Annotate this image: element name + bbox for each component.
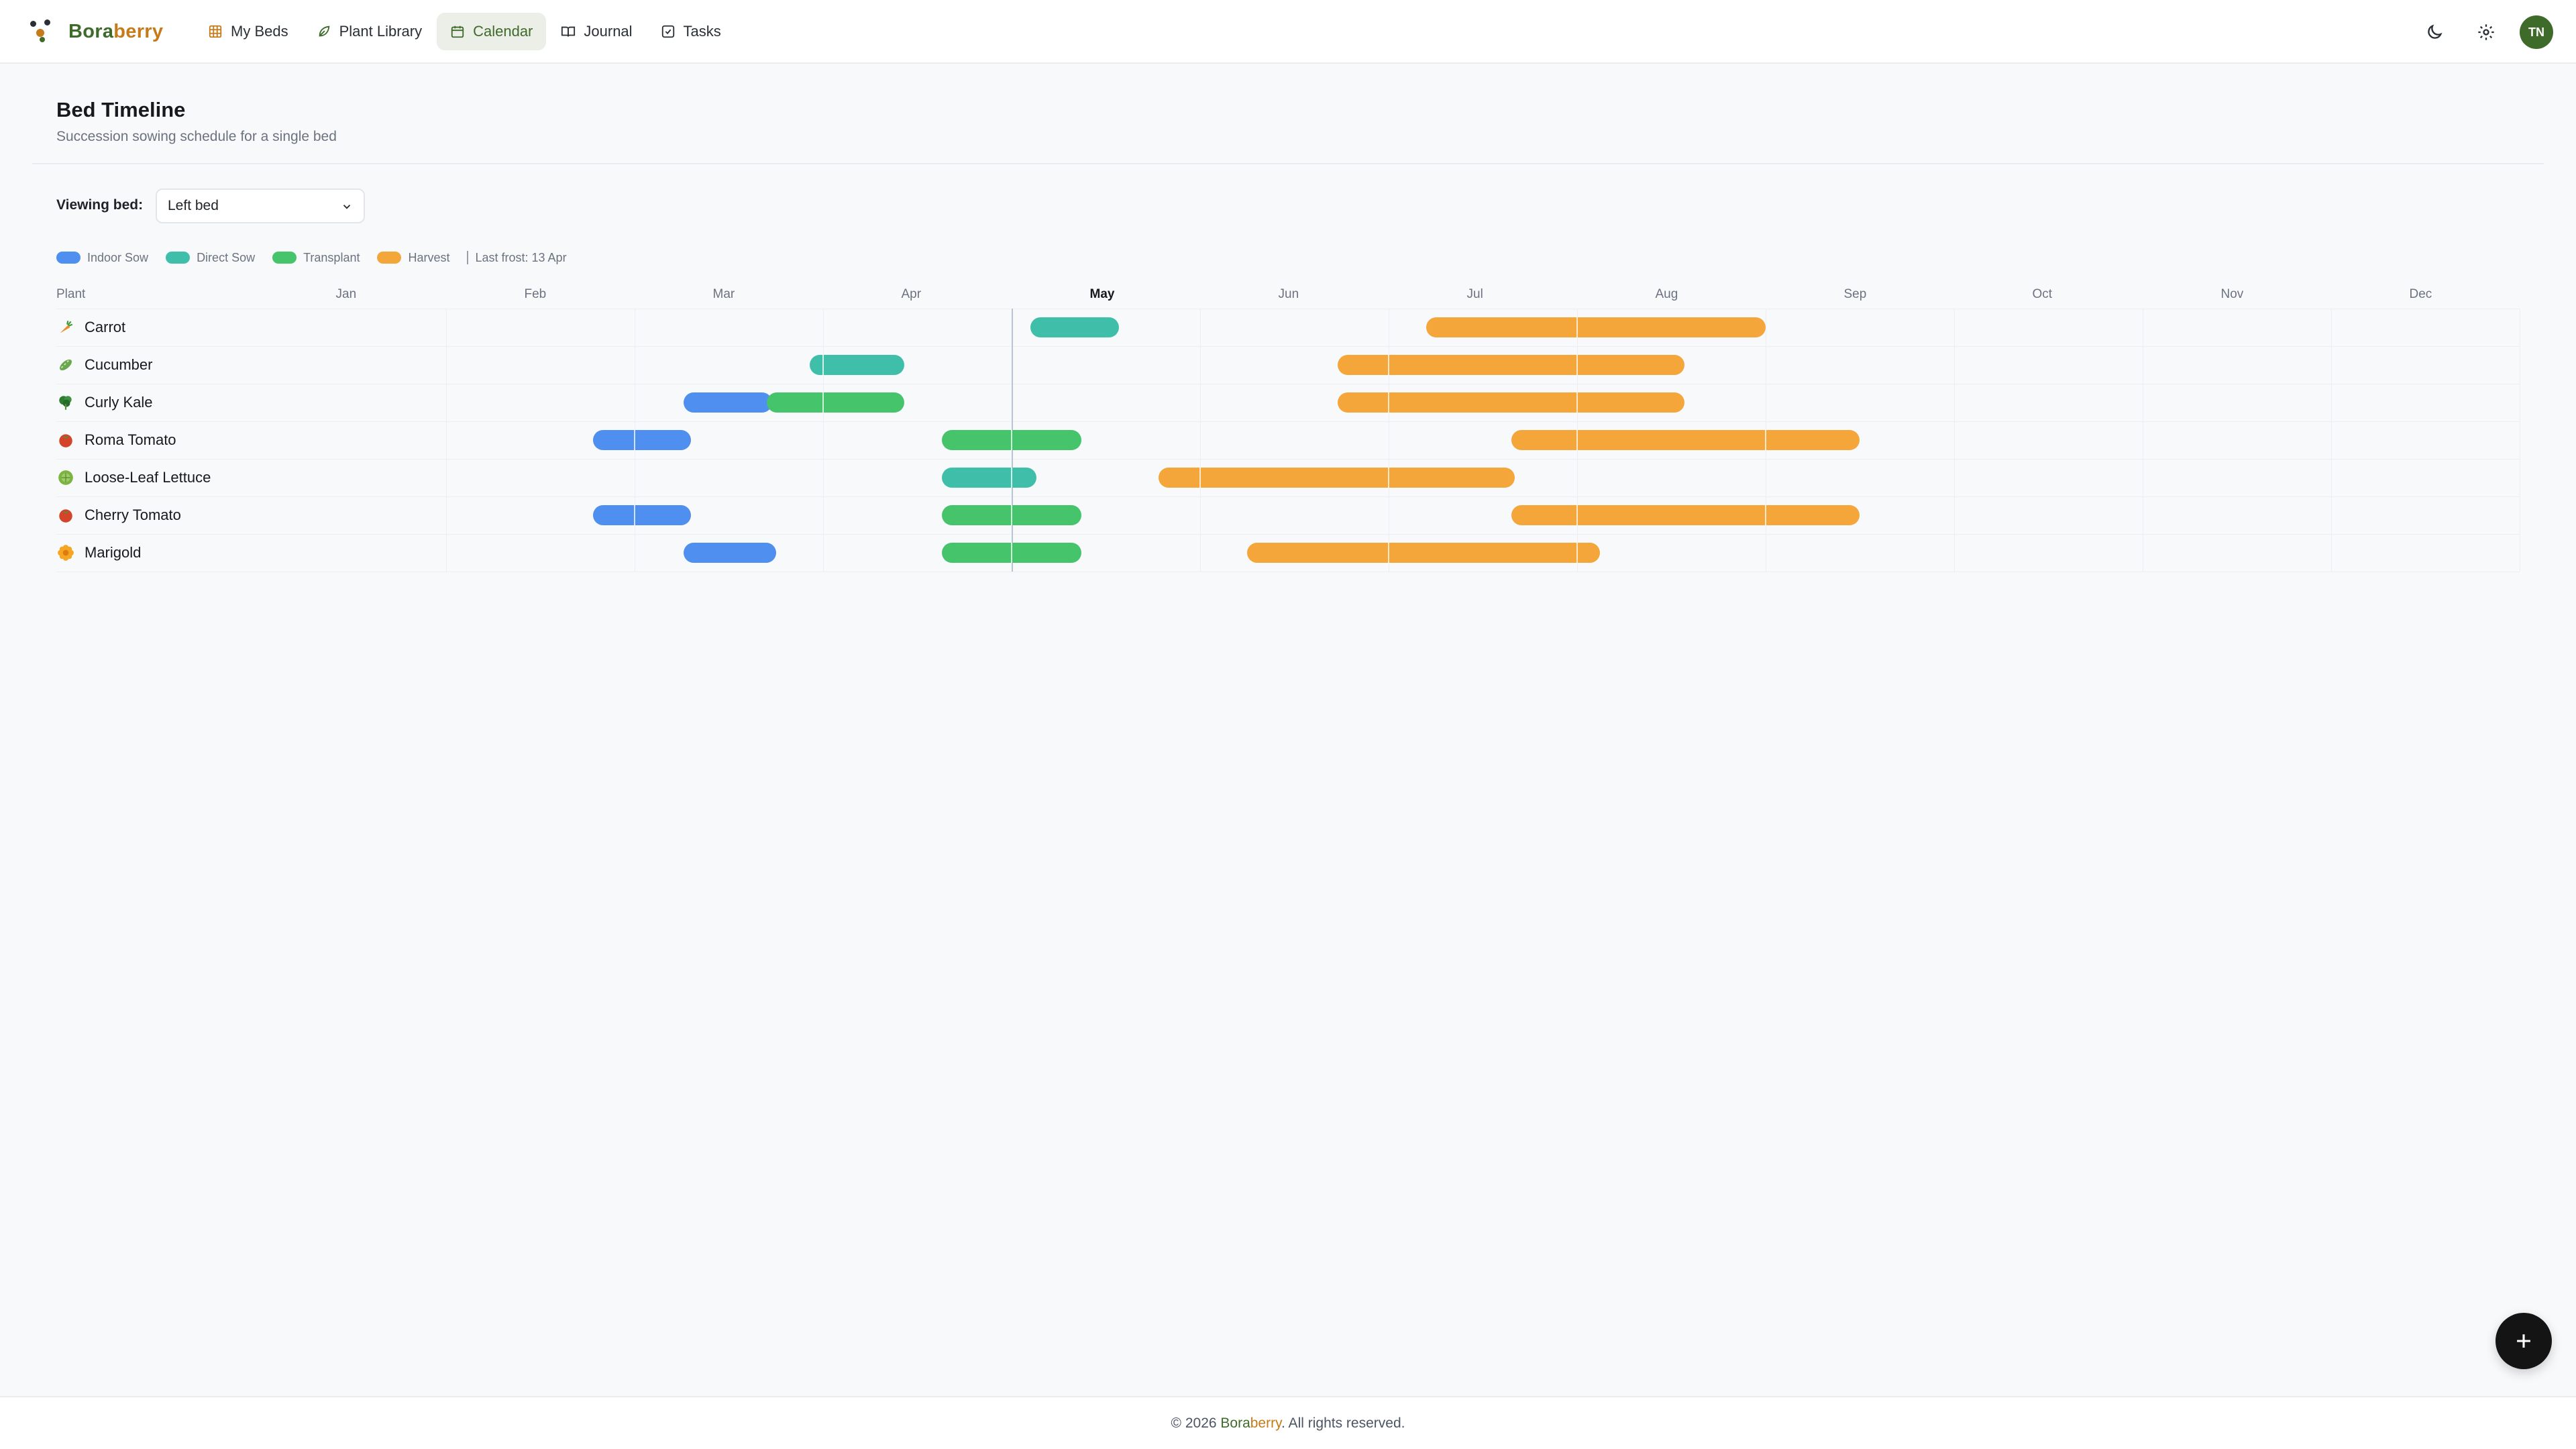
plant-name: Loose-Leaf Lettuce xyxy=(85,469,211,486)
plant-name: Curly Kale xyxy=(85,394,153,411)
month-label-may: May xyxy=(1089,287,1115,301)
bar-month-tick xyxy=(1199,468,1201,488)
month-label-dec: Dec xyxy=(2409,287,2432,301)
plant-name: Roma Tomato xyxy=(85,431,176,448)
row-divider xyxy=(56,459,2520,460)
bar-month-tick xyxy=(1765,430,1766,450)
plant-name: Carrot xyxy=(85,319,126,335)
bar-month-tick xyxy=(1576,543,1578,563)
row-divider xyxy=(56,346,2520,347)
timeline-bar-indoor[interactable] xyxy=(593,430,692,450)
timeline-bar-harvest[interactable] xyxy=(1338,355,1685,375)
add-button[interactable] xyxy=(2496,1313,2552,1369)
bar-month-tick xyxy=(1011,505,1012,525)
month-gridline xyxy=(2331,309,2332,572)
plant-name: Marigold xyxy=(85,544,142,561)
bar-month-tick xyxy=(1388,543,1389,563)
timeline-bar-harvest[interactable] xyxy=(1159,468,1515,488)
bar-month-tick xyxy=(1388,468,1389,488)
tomato-icon xyxy=(56,506,75,525)
timeline-bar-harvest[interactable] xyxy=(1338,392,1685,413)
row-divider xyxy=(56,421,2520,422)
cucumber-icon xyxy=(56,356,75,374)
row-divider xyxy=(56,534,2520,535)
plant-row-label[interactable]: Marigold xyxy=(56,534,141,572)
bar-month-tick xyxy=(1576,505,1578,525)
footer: © 2026 Boraberry. All rights reserved. xyxy=(0,1396,2576,1449)
timeline-bar-harvest[interactable] xyxy=(1511,505,1860,525)
plant-row-label[interactable]: Loose-Leaf Lettuce xyxy=(56,459,211,496)
bar-month-tick xyxy=(1765,505,1766,525)
plant-row-label[interactable]: Carrot xyxy=(56,309,125,346)
timeline-bar-harvest[interactable] xyxy=(1426,317,1766,337)
tomato-icon xyxy=(56,431,75,449)
month-label-mar: Mar xyxy=(712,287,735,301)
timeline-bar-indoor[interactable] xyxy=(684,392,773,413)
kale-icon xyxy=(56,393,75,412)
plant-column-header: Plant xyxy=(56,287,86,301)
month-gridline xyxy=(446,309,447,572)
footer-text: © 2026 Boraberry. All rights reserved. xyxy=(1171,1415,1405,1431)
month-label-jan: Jan xyxy=(335,287,357,301)
timeline-bar-direct[interactable] xyxy=(942,468,1036,488)
bar-month-tick xyxy=(1011,468,1012,488)
month-label-jun: Jun xyxy=(1278,287,1299,301)
carrot-icon xyxy=(56,318,75,337)
plant-name: Cucumber xyxy=(85,356,153,373)
plant-row-label[interactable]: Cherry Tomato xyxy=(56,496,181,534)
timeline-bar-harvest[interactable] xyxy=(1247,543,1600,563)
plant-row-label[interactable]: Cucumber xyxy=(56,346,152,384)
plant-row-label[interactable]: Curly Kale xyxy=(56,384,152,421)
bar-month-tick xyxy=(1576,430,1578,450)
bar-month-tick xyxy=(1388,355,1389,375)
timeline-bar-harvest[interactable] xyxy=(1511,430,1860,450)
month-gridline xyxy=(1200,309,1201,572)
bar-month-tick xyxy=(1576,392,1578,413)
row-divider xyxy=(56,496,2520,497)
lettuce-icon xyxy=(56,468,75,487)
month-label-oct: Oct xyxy=(2032,287,2053,301)
plus-icon xyxy=(2517,1334,2530,1348)
bar-month-tick xyxy=(1576,355,1578,375)
bed-timeline: Plant Jan Feb Mar Apr May Jun Jul Aug Sep Oct Nov D… xyxy=(0,0,2576,604)
month-label-aug: Aug xyxy=(1655,287,1678,301)
month-gridline xyxy=(1954,309,1955,572)
bar-month-tick xyxy=(822,392,824,413)
timeline-bar-direct[interactable] xyxy=(810,355,904,375)
month-label-jul: Jul xyxy=(1466,287,1483,301)
marigold-icon xyxy=(56,543,75,562)
timeline-bar-transplant[interactable] xyxy=(766,392,904,413)
plant-row-label[interactable]: Roma Tomato xyxy=(56,421,176,459)
month-gridline xyxy=(823,309,824,572)
timeline-bar-indoor[interactable] xyxy=(593,505,692,525)
bar-month-tick xyxy=(1388,392,1389,413)
month-label-sep: Sep xyxy=(1843,287,1867,301)
bar-month-tick xyxy=(1011,543,1012,563)
bar-month-tick xyxy=(634,505,635,525)
bar-month-tick xyxy=(822,355,824,375)
plant-name: Cherry Tomato xyxy=(85,506,181,523)
timeline-bar-direct[interactable] xyxy=(1030,317,1120,337)
bar-month-tick xyxy=(634,430,635,450)
timeline-bar-indoor[interactable] xyxy=(684,543,776,563)
bar-month-tick xyxy=(1576,317,1578,337)
month-label-apr: Apr xyxy=(901,287,922,301)
bar-month-tick xyxy=(1011,430,1012,450)
month-label-feb: Feb xyxy=(524,287,547,301)
month-label-nov: Nov xyxy=(2220,287,2244,301)
